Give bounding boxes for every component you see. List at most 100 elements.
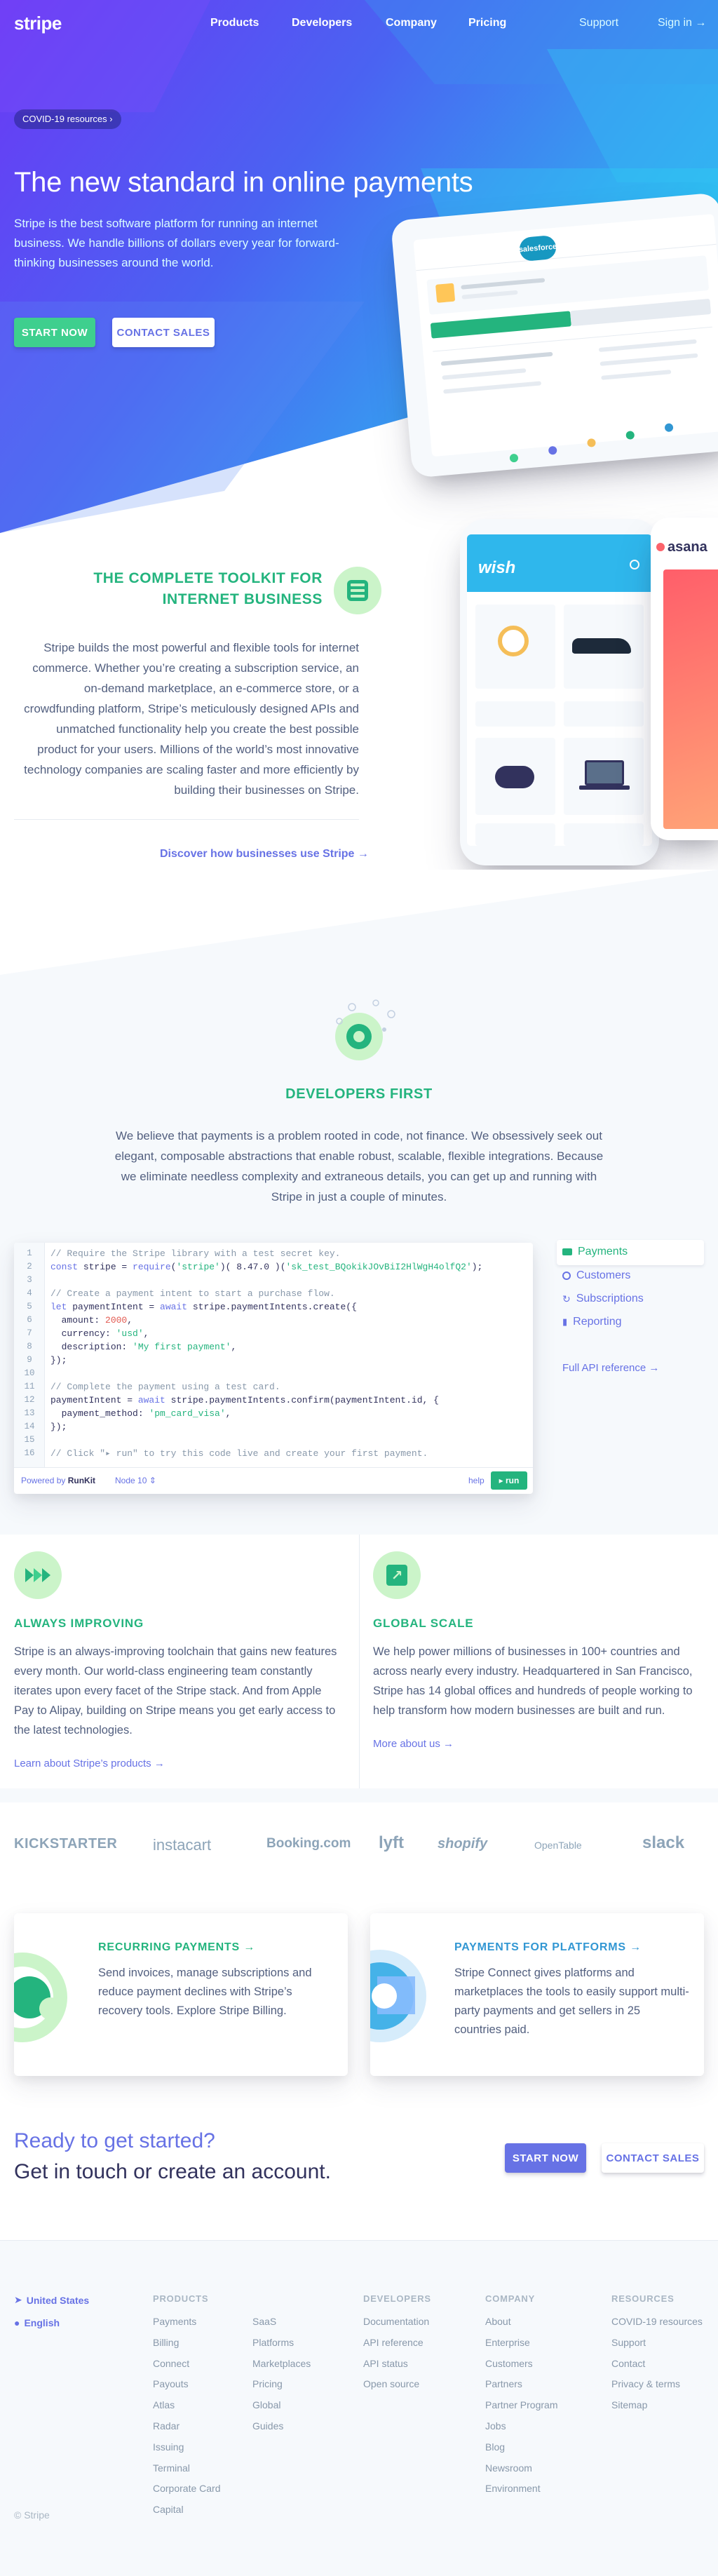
footer-link[interactable]: Corporate Card	[153, 2483, 221, 2494]
code-line: const stripe = require('stripe')( 8.47.0…	[50, 1262, 483, 1272]
expand-icon: ↗	[373, 1551, 421, 1599]
footer-link[interactable]: Privacy & terms	[611, 2378, 680, 2389]
api-menu-label: Subscriptions	[576, 1293, 644, 1304]
recurring-payments-card[interactable]: RECURRING PAYMENTS → Send invoices, mana…	[14, 1913, 348, 2076]
footer-link[interactable]: Pricing	[252, 2378, 283, 2389]
runkit-link[interactable]: RunKit	[68, 1476, 95, 1485]
footer-link[interactable]: Open source	[363, 2378, 419, 2389]
footer-link[interactable]: Partners	[485, 2378, 522, 2389]
hero-start-now-button[interactable]: START NOW	[14, 318, 95, 347]
footer-link[interactable]: Connect	[153, 2358, 189, 2369]
footer-link[interactable]: Documentation	[363, 2316, 429, 2327]
footer-link[interactable]: Capital	[153, 2504, 184, 2515]
footer-link[interactable]: Blog	[485, 2441, 505, 2453]
node-version-select[interactable]: Node 10 ⇕	[115, 1476, 156, 1485]
footer-link[interactable]: About	[485, 2316, 511, 2327]
shoe-icon	[572, 638, 631, 654]
nav-signin[interactable]: Sign in →	[658, 17, 706, 29]
api-menu-subscriptions[interactable]: ↻ Subscriptions	[562, 1293, 644, 1305]
slack-logo: slack	[642, 1833, 685, 1852]
run-button[interactable]: ▸ run	[491, 1471, 527, 1490]
toolkit-title: THE COMPLETE TOOLKIT FOR INTERNET BUSINE…	[93, 570, 323, 607]
footer-link[interactable]: Contact	[611, 2358, 645, 2369]
code-editor[interactable]: 1 // Require the Stripe library with a te…	[14, 1243, 533, 1494]
cta-line2: Get in touch or create an account.	[14, 2160, 331, 2183]
footer-link[interactable]: Issuing	[153, 2441, 184, 2453]
developers-body: We believe that payments is a problem ro…	[114, 1129, 604, 1203]
nav-developers[interactable]: Developers	[292, 17, 352, 29]
covid-resources-pill[interactable]: COVID-19 resources ›	[14, 109, 121, 129]
always-improving-body: Stripe is an always-improving toolchain …	[14, 1645, 337, 1737]
api-menu-payments[interactable]: Payments	[562, 1246, 628, 1258]
nav-company[interactable]: Company	[386, 17, 437, 29]
watch-icon	[498, 626, 529, 656]
footer-link[interactable]: Atlas	[153, 2399, 175, 2410]
discover-businesses-link[interactable]: Discover how businesses use Stripe →	[160, 848, 369, 861]
hero-contact-sales-button[interactable]: CONTACT SALES	[112, 318, 215, 347]
nav-pricing[interactable]: Pricing	[468, 17, 506, 29]
footer-link[interactable]: Enterprise	[485, 2337, 530, 2348]
country-selector[interactable]: ➤ United States	[14, 2294, 89, 2306]
api-menu-customers[interactable]: Customers	[562, 1269, 630, 1282]
wish-logo: wish	[478, 558, 516, 577]
code-line: payment_method: 'pm_card_visa',	[50, 1408, 231, 1419]
footer-link[interactable]: Marketplaces	[252, 2358, 311, 2369]
asana-logo: asana	[668, 539, 707, 555]
footer-link[interactable]: Customers	[485, 2358, 533, 2369]
country-label: United States	[26, 2294, 90, 2306]
footer-link[interactable]: SaaS	[252, 2316, 276, 2327]
footer-link[interactable]: Payouts	[153, 2378, 189, 2389]
footer-link[interactable]: Platforms	[252, 2337, 294, 2348]
play-forward-icon	[14, 1551, 62, 1599]
language-selector[interactable]: ● English	[14, 2317, 60, 2328]
nav-support[interactable]: Support	[579, 17, 618, 29]
code-line-number: 13	[24, 1408, 35, 1418]
cta-contact-sales-button[interactable]: CONTACT SALES	[602, 2143, 704, 2173]
nav-products[interactable]: Products	[210, 17, 259, 29]
footer-link[interactable]: Payments	[153, 2316, 196, 2327]
card-icon	[562, 1248, 572, 1255]
payments-platforms-title[interactable]: PAYMENTS FOR PLATFORMS →	[454, 1941, 642, 1954]
code-line: let paymentIntent = await stripe.payment…	[50, 1302, 357, 1312]
footer-link[interactable]: Newsroom	[485, 2462, 532, 2474]
api-menu-reporting[interactable]: ▮ Reporting	[562, 1316, 622, 1328]
code-line: // Click "▸ run" to try this code live a…	[50, 1448, 428, 1459]
code-line-number: 14	[24, 1422, 35, 1431]
footer-link[interactable]: Jobs	[485, 2420, 506, 2432]
footer-link[interactable]: Partner Program	[485, 2399, 557, 2410]
stripe-logo[interactable]: stripe	[14, 13, 62, 34]
code-line-number: 10	[24, 1368, 35, 1378]
footer-link[interactable]: Radar	[153, 2420, 180, 2432]
code-line: // Complete the payment using a test car…	[50, 1382, 280, 1392]
footer-link[interactable]: Terminal	[153, 2462, 190, 2474]
tablet-screen: salesforce	[413, 213, 718, 457]
footer-link[interactable]: Guides	[252, 2420, 283, 2432]
more-about-us-link[interactable]: More about us →	[373, 1738, 454, 1750]
recurring-payments-title[interactable]: RECURRING PAYMENTS →	[98, 1941, 255, 1954]
platforms-icon	[370, 1950, 426, 2042]
hero-title: The new standard in online payments	[14, 167, 473, 198]
learn-products-link[interactable]: Learn about Stripe’s products →	[14, 1758, 165, 1769]
cta-start-now-button[interactable]: START NOW	[505, 2143, 586, 2173]
code-line-number: 15	[24, 1435, 35, 1445]
location-icon: ➤	[14, 2294, 22, 2305]
footer-link[interactable]: Sitemap	[611, 2399, 647, 2410]
code-line: });	[50, 1355, 67, 1365]
help-link[interactable]: help	[468, 1476, 485, 1485]
copyright: © Stripe	[14, 2509, 50, 2521]
code-line: currency: 'usd',	[50, 1328, 149, 1339]
footer-link[interactable]: Environment	[485, 2483, 541, 2494]
code-line-number: 6	[27, 1315, 32, 1325]
footer-link[interactable]: API status	[363, 2358, 408, 2369]
footer-link[interactable]: COVID-19 resources	[611, 2316, 703, 2327]
recurring-payments-body: Send invoices, manage subscriptions and …	[98, 1967, 312, 2017]
footer-link[interactable]: Billing	[153, 2337, 179, 2348]
footer-link[interactable]: Global	[252, 2399, 280, 2410]
recurring-icon	[14, 1953, 67, 2042]
asana-device-illustration: asana	[651, 518, 718, 840]
payments-platforms-card[interactable]: PAYMENTS FOR PLATFORMS → Stripe Connect …	[370, 1913, 704, 2076]
code-line-number: 16	[24, 1448, 35, 1458]
footer-link[interactable]: Support	[611, 2337, 646, 2348]
footer-link[interactable]: API reference	[363, 2337, 424, 2348]
full-api-reference-link[interactable]: Full API reference →	[562, 1362, 659, 1374]
